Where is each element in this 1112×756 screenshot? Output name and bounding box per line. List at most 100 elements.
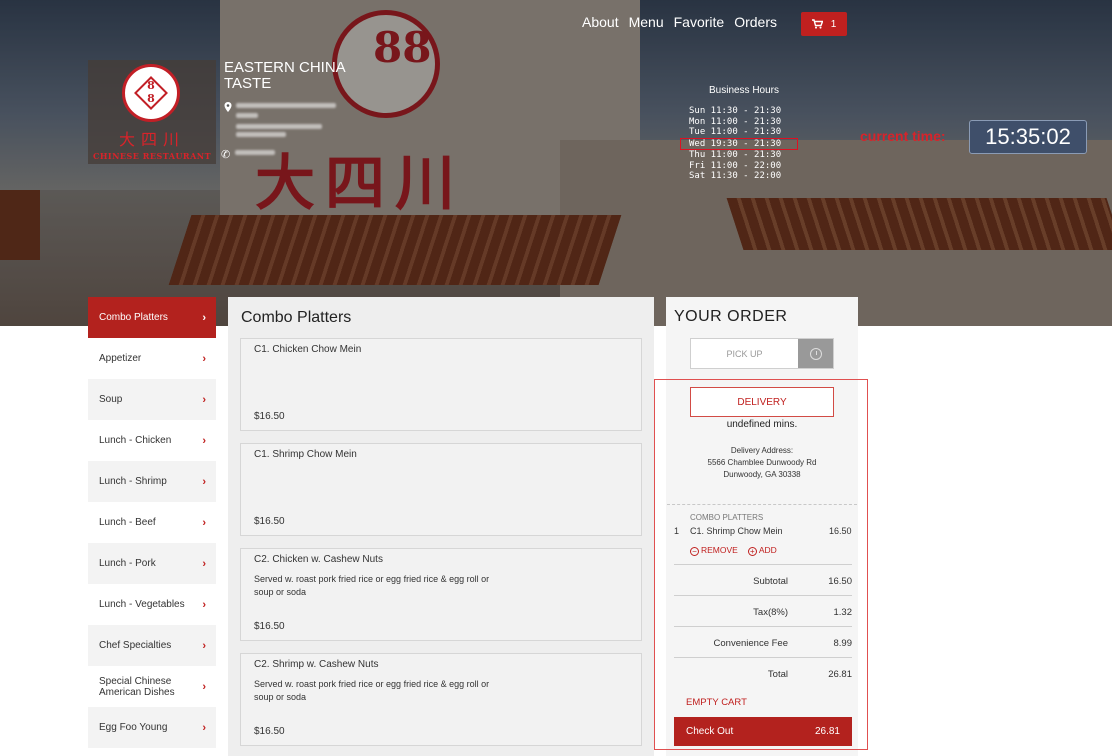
nav-about[interactable]: About xyxy=(582,14,619,30)
menu-item-name: C2. Chicken w. Cashew Nuts xyxy=(254,554,383,565)
remove-item-button[interactable]: − REMOVE xyxy=(690,545,738,556)
nav-favorite[interactable]: Favorite xyxy=(674,14,725,30)
hours-tue: Tue 11:00 - 21:30 xyxy=(689,127,782,137)
logo-digits: 88 xyxy=(147,79,155,105)
menu-item-price: $16.50 xyxy=(254,411,285,422)
category-lunch-vegetables[interactable]: Lunch - Vegetables › xyxy=(88,584,216,625)
cart-button[interactable]: 1 xyxy=(801,12,847,36)
subtotal-row: Subtotal 16.50 xyxy=(674,564,852,595)
category-label: Soup xyxy=(99,394,123,405)
plus-circle-icon: + xyxy=(747,547,757,556)
menu-section-title: Combo Platters xyxy=(241,309,352,326)
fee-label: Convenience Fee xyxy=(713,638,788,649)
restaurant-phone[interactable]: ✆ xyxy=(221,145,275,163)
menu-item[interactable]: C1. Shrimp Chow Mein $16.50 xyxy=(240,443,642,536)
category-label: Combo Platters xyxy=(99,312,168,323)
location-pin-icon xyxy=(224,102,232,112)
category-label: Chef Specialties xyxy=(99,640,172,651)
menu-item[interactable]: C2. Chicken w. Cashew Nuts Served w. roa… xyxy=(240,548,642,641)
delivery-address-line2: Dunwoody, GA 30338 xyxy=(723,470,801,479)
category-chef-specialties[interactable]: Chef Specialties › xyxy=(88,625,216,666)
cart-icon xyxy=(811,19,823,29)
cart-group-label: COMBO PLATTERS xyxy=(690,513,764,522)
category-label: Lunch - Beef xyxy=(99,517,156,528)
address-redacted-1 xyxy=(236,103,336,108)
current-time-label: current time: xyxy=(860,128,946,144)
add-item-button[interactable]: + ADD xyxy=(747,545,777,556)
menu-item-price: $16.50 xyxy=(254,516,285,527)
restaurant-name-line2: TASTE xyxy=(224,75,272,92)
pickup-option[interactable]: PICK UP xyxy=(690,338,834,369)
chevron-right-icon: › xyxy=(202,680,206,693)
category-special-chinese-american[interactable]: Special Chinese American Dishes › xyxy=(88,666,216,707)
chevron-right-icon: › xyxy=(202,475,206,488)
checkout-total: 26.81 xyxy=(814,726,840,737)
chevron-right-icon: › xyxy=(202,352,206,365)
category-label: Lunch - Pork xyxy=(99,558,156,569)
category-combo-platters[interactable]: Combo Platters › xyxy=(88,297,216,338)
pickup-time-button[interactable] xyxy=(798,339,833,368)
empty-cart-button[interactable]: EMPTY CART xyxy=(686,697,747,708)
cart-line-price: 16.50 xyxy=(829,526,852,536)
top-nav: About Menu Favorite Orders xyxy=(582,14,777,30)
menu-panel: Combo Platters C1. Chicken Chow Mein $16… xyxy=(228,297,654,756)
cart-line-actions: − REMOVE + ADD xyxy=(690,545,777,556)
menu-item[interactable]: C1. Chicken Chow Mein $16.50 xyxy=(240,338,642,431)
category-label: Lunch - Chicken xyxy=(99,435,172,446)
menu-item[interactable]: C2. Shrimp w. Cashew Nuts Served w. roas… xyxy=(240,653,642,746)
order-title: YOUR ORDER xyxy=(674,308,788,325)
category-label: Lunch - Vegetables xyxy=(99,599,185,610)
menu-item-description: Served w. roast pork fried rice or egg f… xyxy=(254,679,490,702)
address-redacted-2 xyxy=(236,113,258,118)
subtotal-value: 16.50 xyxy=(828,576,852,587)
hours-thu: Thu 11:00 - 21:30 xyxy=(689,150,782,160)
category-egg-foo-young[interactable]: Egg Foo Young › xyxy=(88,707,216,748)
chevron-right-icon: › xyxy=(202,434,206,447)
menu-item-name: C1. Shrimp Chow Mein xyxy=(254,449,357,460)
category-appetizer[interactable]: Appetizer › xyxy=(88,338,216,379)
nav-orders[interactable]: Orders xyxy=(734,14,777,30)
chevron-right-icon: › xyxy=(202,393,206,406)
add-label: ADD xyxy=(758,545,777,555)
hours-wed-today: Wed 19:30 - 21:30 xyxy=(680,137,798,150)
total-value: 26.81 xyxy=(828,669,852,680)
hours-sat: Sat 11:30 - 22:00 xyxy=(689,171,782,181)
menu-item-price: $16.50 xyxy=(254,621,285,632)
fee-value: 8.99 xyxy=(833,638,853,649)
category-lunch-pork[interactable]: Lunch - Pork › xyxy=(88,543,216,584)
category-sidebar: Combo Platters › Appetizer › Soup › Lunch -… xyxy=(88,297,216,748)
cart-line-name: C1. Shrimp Chow Mein xyxy=(690,526,783,536)
tax-row: Tax(8%) 1.32 xyxy=(674,595,852,626)
total-row: Total 26.81 xyxy=(674,657,852,688)
category-lunch-shrimp[interactable]: Lunch - Shrimp › xyxy=(88,461,216,502)
delivery-option-button[interactable]: DELIVERY xyxy=(690,387,834,417)
restaurant-logo[interactable]: 88 大四川 CHINESE RESTAURANT xyxy=(88,60,216,164)
chevron-right-icon: › xyxy=(202,557,206,570)
logo-circle: 88 xyxy=(122,64,180,122)
chevron-right-icon: › xyxy=(202,721,206,734)
menu-item-name: C1. Chicken Chow Mein xyxy=(254,344,362,355)
restaurant-name-line1: EASTERN CHINA xyxy=(224,59,346,76)
tax-value: 1.32 xyxy=(833,607,853,618)
chevron-right-icon: › xyxy=(202,311,206,324)
tax-label: Tax(8%) xyxy=(753,607,788,618)
pickup-label: PICK UP xyxy=(726,348,763,359)
category-label: Special Chinese American Dishes xyxy=(99,675,175,698)
total-label: Total xyxy=(767,669,788,680)
category-soup[interactable]: Soup › xyxy=(88,379,216,420)
chevron-right-icon: › xyxy=(202,598,206,611)
current-time-display: 15:35:02 xyxy=(969,120,1087,154)
remove-label: REMOVE xyxy=(701,545,738,555)
chevron-right-icon: › xyxy=(202,639,206,652)
fee-row: Convenience Fee 8.99 xyxy=(674,626,852,657)
category-lunch-beef[interactable]: Lunch - Beef › xyxy=(88,502,216,543)
category-lunch-chicken[interactable]: Lunch - Chicken › xyxy=(88,420,216,461)
phone-redacted xyxy=(235,150,275,155)
cart-divider xyxy=(667,504,857,505)
hours-sun: Sun 11:30 - 21:30 xyxy=(689,106,782,116)
category-label: Egg Foo Young xyxy=(99,722,168,733)
checkout-button[interactable]: Check Out 26.81 xyxy=(674,717,852,746)
address-redacted-3 xyxy=(236,124,322,129)
nav-menu[interactable]: Menu xyxy=(629,14,664,30)
phone-icon: ✆ xyxy=(221,149,231,161)
